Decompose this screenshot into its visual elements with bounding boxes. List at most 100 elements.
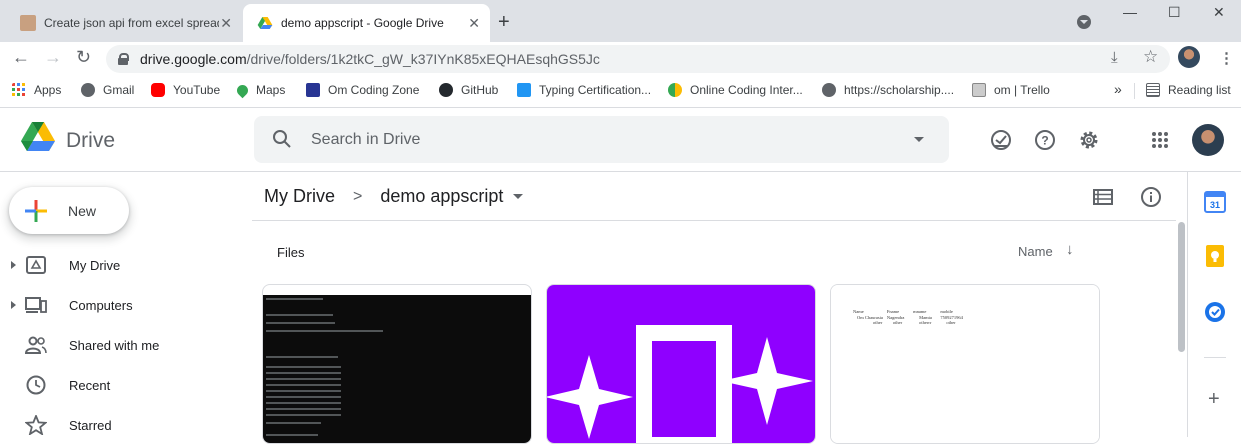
bookmark-scholarship[interactable]: https://scholarship.... (822, 83, 954, 97)
window-close-button[interactable]: ✕ (1213, 4, 1225, 21)
coding-interview-icon (668, 83, 682, 97)
sidebar-item-label: My Drive (69, 258, 121, 273)
offline-ready-icon[interactable] (990, 129, 1012, 151)
install-download-icon[interactable]: ⤓ (1111, 49, 1118, 66)
tasks-icon[interactable] (1204, 301, 1226, 323)
tab-close-icon[interactable]: ✕ (220, 15, 232, 32)
tab-demo-appscript[interactable]: demo appscript - Google Drive ✕ (243, 4, 490, 42)
sidebar-item-my-drive[interactable]: My Drive (0, 249, 250, 281)
tab-close-icon[interactable]: ✕ (468, 15, 480, 32)
typing-icon (517, 83, 531, 97)
sheet-cell: other (873, 320, 883, 325)
sheet-cell: otherrr (919, 320, 932, 325)
more-bookmarks-button[interactable]: » (1114, 81, 1122, 97)
reload-icon[interactable]: ↻ (76, 47, 91, 68)
globe-icon (81, 83, 95, 97)
new-tab-button[interactable]: + (498, 11, 510, 34)
bookmark-github[interactable]: GitHub (439, 83, 498, 97)
help-icon[interactable]: ? (1034, 129, 1056, 151)
tab-strip: Create json api from excel spreadsheet ✕… (0, 0, 1241, 42)
plus-icon (25, 199, 47, 222)
google-apps-grid-icon[interactable] (1151, 131, 1169, 149)
search-bar[interactable] (254, 116, 949, 163)
url-host: drive.google.com (140, 51, 247, 67)
bookmark-om-coding-zone[interactable]: Om Coding Zone (306, 83, 419, 97)
bookmark-label: Typing Certification... (539, 83, 652, 97)
back-arrow-icon[interactable]: ← (12, 47, 30, 68)
browser-menu-icon[interactable]: ⋮ (1219, 49, 1234, 67)
bookmark-trello[interactable]: om | Trello (972, 83, 1050, 97)
spreadsheet-thumbnail: Name Fname mname mobile Om Chaurasia Nag… (831, 285, 1099, 443)
sheet-cell: other (946, 320, 956, 325)
bookmark-typing-certification[interactable]: Typing Certification... (517, 83, 651, 97)
maximize-button[interactable]: ☐ (1168, 4, 1181, 21)
bookmark-label: Om Coding Zone (328, 83, 420, 97)
search-options-dropdown-icon[interactable] (914, 137, 924, 142)
search-input[interactable] (311, 128, 871, 152)
bookmark-youtube[interactable]: YouTube (151, 83, 220, 97)
sheet-cell: other (892, 320, 903, 325)
info-icon[interactable] (1140, 186, 1162, 208)
bookmark-label: YouTube (173, 83, 221, 97)
forward-arrow-icon[interactable]: → (44, 47, 62, 68)
bookmark-gmail[interactable]: Gmail (81, 83, 134, 97)
my-drive-icon (26, 256, 46, 274)
file-card-spreadsheet[interactable]: Name Fname mname mobile Om Chaurasia Nag… (830, 284, 1100, 444)
minimize-button[interactable]: — (1123, 4, 1137, 20)
expand-arrow-icon[interactable] (11, 261, 16, 269)
globe-icon (822, 83, 836, 97)
address-bar[interactable]: drive.google.com/drive/folders/1k2tkC_gW… (106, 45, 1170, 73)
om-coding-zone-icon (306, 83, 320, 97)
google-drive-logo-icon[interactable] (20, 121, 56, 153)
new-button[interactable]: New (9, 187, 129, 234)
breadcrumb-my-drive[interactable]: My Drive (264, 186, 335, 207)
profile-avatar[interactable] (1178, 46, 1200, 68)
files-section-label: Files (277, 245, 305, 260)
browser-toolbar: ← → ↻ drive.google.com/drive/folders/1k2… (0, 42, 1241, 76)
breadcrumb-chevron-icon: > (353, 187, 363, 205)
breadcrumb-current-folder[interactable]: demo appscript (380, 186, 503, 207)
search-icon[interactable] (272, 129, 292, 149)
svg-text:?: ? (1041, 134, 1048, 148)
expand-arrow-icon[interactable] (11, 301, 16, 309)
calendar-icon[interactable]: 31 (1204, 191, 1226, 213)
header-divider (252, 220, 1176, 221)
google-drive-favicon-icon (257, 17, 273, 29)
tab-title: Create json api from excel spreadsheet (44, 16, 219, 30)
sort-by-name-button[interactable]: Name (1018, 244, 1053, 259)
bookmark-maps[interactable]: Maps (234, 82, 285, 98)
bookmarks-bar: Apps Gmail YouTube Maps Om Coding Zone G… (0, 76, 1241, 108)
settings-gear-icon[interactable] (1078, 129, 1100, 151)
bookmark-online-coding[interactable]: Online Coding Inter... (668, 83, 803, 97)
sidebar-item-shared-with-me[interactable]: Shared with me (0, 329, 250, 361)
tab-search-icon[interactable] (1077, 15, 1091, 29)
scrollbar-thumb[interactable] (1178, 222, 1185, 352)
file-card-purple-image[interactable] (546, 284, 816, 444)
apps-grid-icon (12, 83, 25, 96)
sort-direction-arrow-icon[interactable]: ↓ (1066, 241, 1074, 258)
account-avatar[interactable] (1192, 124, 1224, 156)
sidebar-item-starred[interactable]: Starred (0, 409, 250, 441)
tab-create-json-api[interactable]: Create json api from excel spreadsheet ✕ (6, 4, 242, 42)
bookmark-label: Apps (34, 83, 62, 97)
sidebar-item-recent[interactable]: Recent (0, 369, 250, 401)
get-addons-plus-icon[interactable]: + (1208, 388, 1220, 411)
sidebar-item-computers[interactable]: Computers (0, 289, 250, 321)
url-path: /drive/folders/1k2tkC_gW_k37IYnK85xEQHAE… (246, 51, 600, 67)
file-card-terminal[interactable] (262, 284, 532, 444)
svg-text:31: 31 (1210, 200, 1220, 210)
reading-list-label: Reading list (1168, 83, 1231, 97)
bookmark-label: om | Trello (994, 83, 1050, 97)
drive-app-name[interactable]: Drive (66, 129, 115, 153)
lock-icon (118, 53, 129, 65)
keep-icon[interactable] (1204, 245, 1226, 267)
github-icon (439, 83, 453, 97)
folder-dropdown-icon[interactable] (513, 194, 524, 199)
bookmark-star-icon[interactable]: ☆ (1143, 47, 1158, 67)
star-icon (25, 415, 47, 435)
list-view-icon[interactable] (1093, 189, 1113, 205)
bookmark-apps[interactable]: Apps (12, 83, 61, 97)
bookmark-label: Gmail (103, 83, 135, 97)
recent-clock-icon (26, 375, 46, 395)
reading-list-button[interactable]: Reading list (1146, 83, 1231, 97)
